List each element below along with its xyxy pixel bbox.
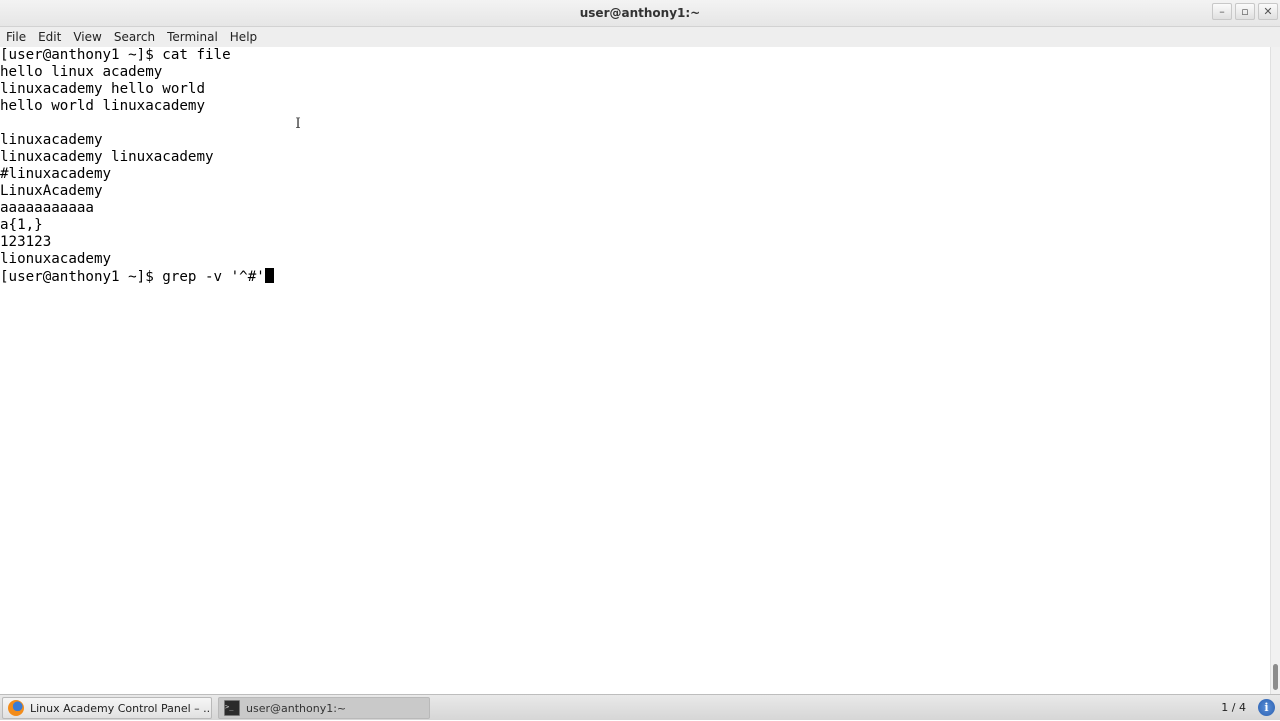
terminal-icon: >_ <box>224 700 240 716</box>
taskbar-item-label: Linux Academy Control Panel – ... <box>30 701 211 715</box>
terminal-line: aaaaaaaaaaa <box>0 200 94 216</box>
ibeam-cursor-icon: I <box>295 116 301 132</box>
menu-view[interactable]: View <box>67 27 107 47</box>
taskbar-item-firefox[interactable]: Linux Academy Control Panel – ... <box>2 697 212 719</box>
terminal-line: hello world linuxacademy <box>0 98 205 114</box>
terminal-line: linuxacademy hello world <box>0 81 205 97</box>
terminal-line: [user@anthony1 ~]$ cat file <box>0 47 231 63</box>
window-title: user@anthony1:~ <box>579 6 701 20</box>
menu-file[interactable]: File <box>0 27 32 47</box>
workspace-pager[interactable]: 1 / 4 <box>1221 695 1246 721</box>
terminal-line: linuxacademy linuxacademy <box>0 149 214 165</box>
menu-edit[interactable]: Edit <box>32 27 67 47</box>
minimize-icon[interactable]: – <box>1212 3 1232 20</box>
menu-terminal[interactable]: Terminal <box>161 27 224 47</box>
taskbar-item-terminal[interactable]: >_ user@anthony1:~ <box>218 697 430 719</box>
firefox-icon <box>8 700 24 716</box>
terminal-line: a{1,} <box>0 217 43 233</box>
taskbar-item-label: user@anthony1:~ <box>246 701 347 715</box>
info-icon[interactable]: i <box>1258 699 1275 716</box>
terminal-line: linuxacademy <box>0 132 103 148</box>
window-titlebar[interactable]: user@anthony1:~ – ▫ ✕ <box>0 0 1280 27</box>
prompt-line[interactable]: [user@anthony1 ~]$ grep -v '^#' <box>0 268 1270 285</box>
window-controls: – ▫ ✕ <box>1212 3 1278 20</box>
maximize-icon[interactable]: ▫ <box>1235 3 1255 20</box>
menu-search[interactable]: Search <box>108 27 161 47</box>
text-cursor <box>264 268 274 283</box>
close-icon[interactable]: ✕ <box>1258 3 1278 20</box>
scrollbar-thumb[interactable] <box>1273 664 1278 690</box>
prompt-command: [user@anthony1 ~]$ grep -v '^#' <box>0 269 265 285</box>
terminal-line: 123123 <box>0 234 52 250</box>
terminal-line: lionuxacademy <box>0 251 112 267</box>
taskbar: Linux Academy Control Panel – ... >_ use… <box>0 694 1280 720</box>
menu-bar: File Edit View Search Terminal Help <box>0 27 1280 47</box>
menu-help[interactable]: Help <box>224 27 263 47</box>
vertical-scrollbar[interactable] <box>1270 47 1280 694</box>
terminal-line: #linuxacademy <box>0 166 112 182</box>
terminal-line: LinuxAcademy <box>0 183 103 199</box>
terminal-output[interactable]: [user@anthony1 ~]$ cat file hello linux … <box>0 47 1270 694</box>
terminal-line: hello linux academy <box>0 64 163 80</box>
